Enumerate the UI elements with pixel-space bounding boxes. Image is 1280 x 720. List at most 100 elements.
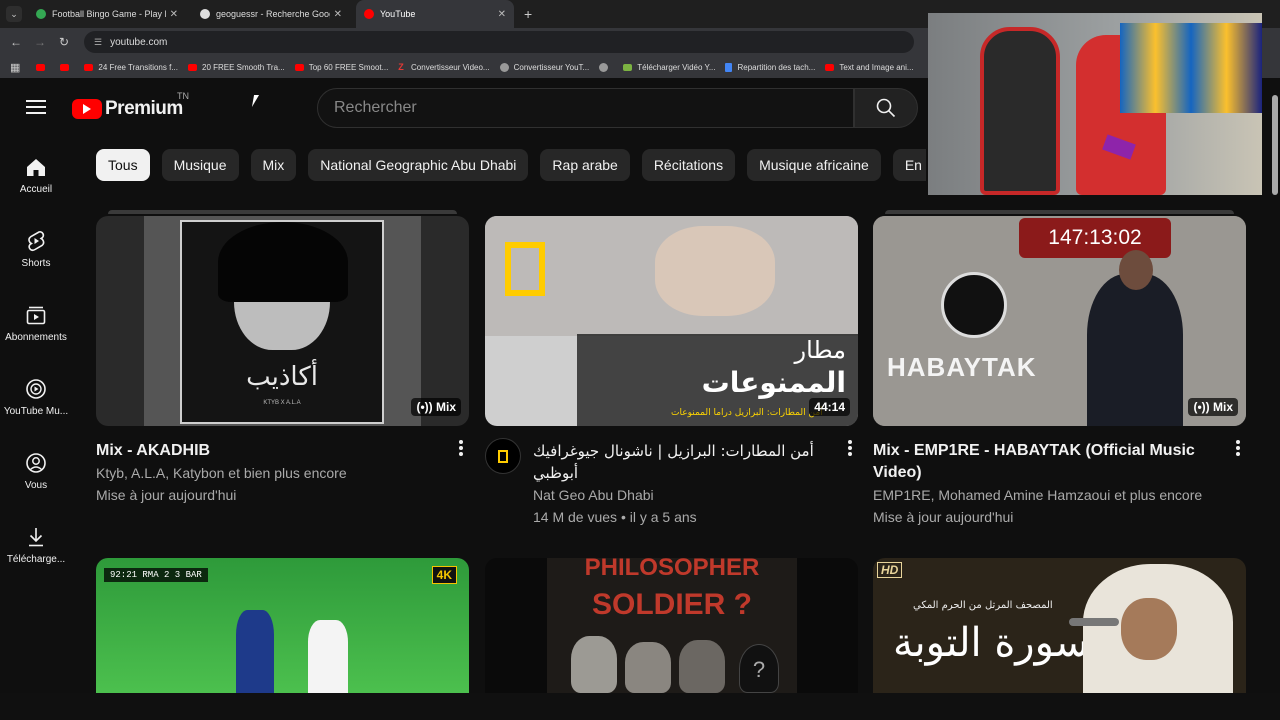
chip-all[interactable]: Tous (96, 149, 150, 181)
video-card[interactable]: HD المصحف المرتل من الحرم المكي سورة الت… (873, 558, 1246, 693)
bookmark[interactable]: Convertisseur YouT... (499, 62, 589, 72)
player-figure (308, 620, 348, 693)
natgeo-logo (505, 242, 545, 296)
video-card[interactable]: 92:21 RMA 2 3 BAR 4K (96, 558, 469, 693)
chip-mix[interactable]: Mix (250, 149, 297, 181)
new-tab-icon[interactable]: + (524, 6, 532, 22)
apps-grid-icon[interactable]: ▦ (10, 61, 20, 74)
thumbnail-calligraphy: سورة التوبة (893, 620, 1089, 666)
scrollbar-thumb[interactable] (1272, 95, 1278, 195)
taskbar (0, 693, 1280, 720)
video-card[interactable]: PHILOSOPHER SOLDIER ? ? (485, 558, 858, 693)
youtube-icon (825, 63, 835, 71)
chip-arab-rap[interactable]: Rap arabe (540, 149, 630, 181)
emblem-circle (941, 272, 1007, 338)
bookmark[interactable] (36, 63, 50, 71)
scoreboard: 92:21 RMA 2 3 BAR (104, 568, 208, 582)
video-card[interactable]: مطار الممنوعات أمن المطارات: البرازيل در… (485, 216, 858, 528)
video-thumbnail[interactable]: 147:13:02 HABAYTAK (•)) Mix (873, 216, 1246, 426)
youtube-logo[interactable]: Premium TN (72, 91, 189, 120)
sidebar-item-you[interactable]: Vous (0, 434, 72, 508)
video-title[interactable]: Mix - EMP1RE - HABAYTAK (Official Music … (873, 440, 1213, 484)
back-icon[interactable]: ← (4, 35, 28, 49)
video-channel[interactable]: Ktyb, A.L.A, Katybon et bien plus encore (96, 462, 469, 484)
search-input[interactable]: Rechercher (317, 88, 854, 128)
sidebar-item-label: YouTube Mu... (3, 405, 69, 417)
more-options-icon[interactable] (848, 440, 852, 458)
download-arrow-icon (623, 63, 633, 71)
scarves (1120, 23, 1262, 113)
quality-text: HD (881, 563, 899, 577)
home-icon (27, 158, 45, 176)
bookmark-label: Text and Image ani... (839, 62, 914, 72)
question-mark-figure: ? (739, 644, 779, 693)
sidebar-item-youtube-music[interactable]: YouTube Mu... (0, 360, 72, 434)
channel-avatar[interactable] (485, 438, 521, 474)
globe-icon (499, 62, 509, 72)
tab-search-button[interactable]: ⌄ (6, 6, 22, 22)
chip-music[interactable]: Musique (161, 149, 239, 181)
chip-more[interactable]: En (892, 149, 926, 181)
close-tab-icon[interactable]: ✕ (170, 9, 178, 20)
video-title[interactable]: أمن المطارات: البرازيل | ناشونال جيوغراف… (533, 440, 833, 484)
tab-title: YouTube (380, 9, 416, 19)
bookmark[interactable]: Text and Image ani... (825, 62, 914, 72)
chip-natgeo[interactable]: National Geographic Abu Dhabi (308, 149, 529, 181)
video-thumbnail[interactable]: PHILOSOPHER SOLDIER ? ? (485, 558, 858, 693)
playlist-stack-edge (885, 210, 1234, 214)
logo-text: Premium (105, 98, 183, 119)
more-options-icon[interactable] (459, 440, 463, 458)
browser-tab-active[interactable]: YouTube ✕ (356, 0, 514, 28)
thumbnail-title-line2: SOLDIER ? (591, 588, 752, 621)
youtube-play-icon (72, 99, 102, 119)
video-channel[interactable]: Nat Geo Abu Dhabi (533, 484, 858, 506)
mix-badge: (•)) Mix (411, 398, 461, 416)
video-title[interactable]: Mix - AKADHIB (96, 440, 436, 462)
forward-icon[interactable]: → (28, 35, 52, 49)
sidebar-item-home[interactable]: Accueil (0, 138, 72, 212)
video-thumbnail[interactable]: HD المصحف المرتل من الحرم المكي سورة الت… (873, 558, 1246, 693)
bookmark[interactable]: Repartition des tach... (725, 62, 815, 72)
sidebar-item-subscriptions[interactable]: Abonnements (0, 286, 72, 360)
browser-tab[interactable]: geoguessr - Recherche Google ✕ (192, 0, 350, 28)
more-options-icon[interactable] (1236, 440, 1240, 458)
shorts-icon (28, 230, 45, 251)
close-tab-icon[interactable]: ✕ (498, 9, 506, 20)
bookmark[interactable]: Top 60 FREE Smoot... (294, 63, 388, 72)
bookmark[interactable]: Z Convertisseur Video... (398, 62, 489, 72)
site-info-icon[interactable]: ☰ (94, 37, 102, 48)
video-thumbnail[interactable]: أكاذيب KTYB X A.L.A (•)) Mix (96, 216, 469, 426)
close-tab-icon[interactable]: ✕ (334, 9, 342, 20)
address-bar[interactable]: ☰ youtube.com (84, 31, 914, 53)
youtube-icon (60, 63, 70, 71)
youtube-icon (294, 63, 304, 71)
bookmark[interactable] (60, 63, 74, 71)
bookmark[interactable]: Télécharger Vidéo Y... (623, 63, 715, 72)
gaming-chair-left (980, 27, 1060, 195)
bookmark[interactable]: 24 Free Transitions f... (84, 63, 178, 72)
tab-title: Football Bingo Game - Play Now (52, 9, 166, 19)
sidebar-item-label: Shorts (21, 257, 51, 269)
scoreboard-text: 92:21 RMA 2 3 BAR (110, 570, 202, 580)
video-thumbnail[interactable]: 92:21 RMA 2 3 BAR 4K (96, 558, 469, 693)
video-channel[interactable]: EMP1RE, Mohamed Amine Hamzaoui et plus e… (873, 484, 1246, 506)
video-thumbnail[interactable]: مطار الممنوعات أمن المطارات: البرازيل در… (485, 216, 858, 426)
microphone-icon (1069, 618, 1119, 626)
globe-icon (599, 62, 609, 72)
chip-african-music[interactable]: Musique africaine (747, 149, 881, 181)
search-button[interactable] (854, 88, 918, 128)
video-card[interactable]: 147:13:02 HABAYTAK (•)) Mix Mix - EMP1RE… (873, 210, 1246, 528)
menu-icon[interactable] (26, 100, 46, 114)
duration-badge: 44:14 (809, 398, 850, 416)
z-icon: Z (398, 62, 404, 72)
reload-icon[interactable]: ↻ (52, 35, 76, 49)
video-card[interactable]: أكاذيب KTYB X A.L.A (•)) Mix Mix - AKADH… (96, 210, 469, 506)
sidebar-item-downloads[interactable]: Télécharge... (0, 508, 72, 582)
bookmark[interactable]: 20 FREE Smooth Tra... (188, 63, 285, 72)
bookmark[interactable] (599, 62, 613, 72)
country-code: TN (177, 91, 189, 101)
browser-tab[interactable]: Football Bingo Game - Play Now ✕ (28, 0, 186, 28)
sidebar-item-label: Vous (24, 479, 48, 491)
chip-recitations[interactable]: Récitations (641, 149, 736, 181)
sidebar-item-shorts[interactable]: Shorts (0, 212, 72, 286)
